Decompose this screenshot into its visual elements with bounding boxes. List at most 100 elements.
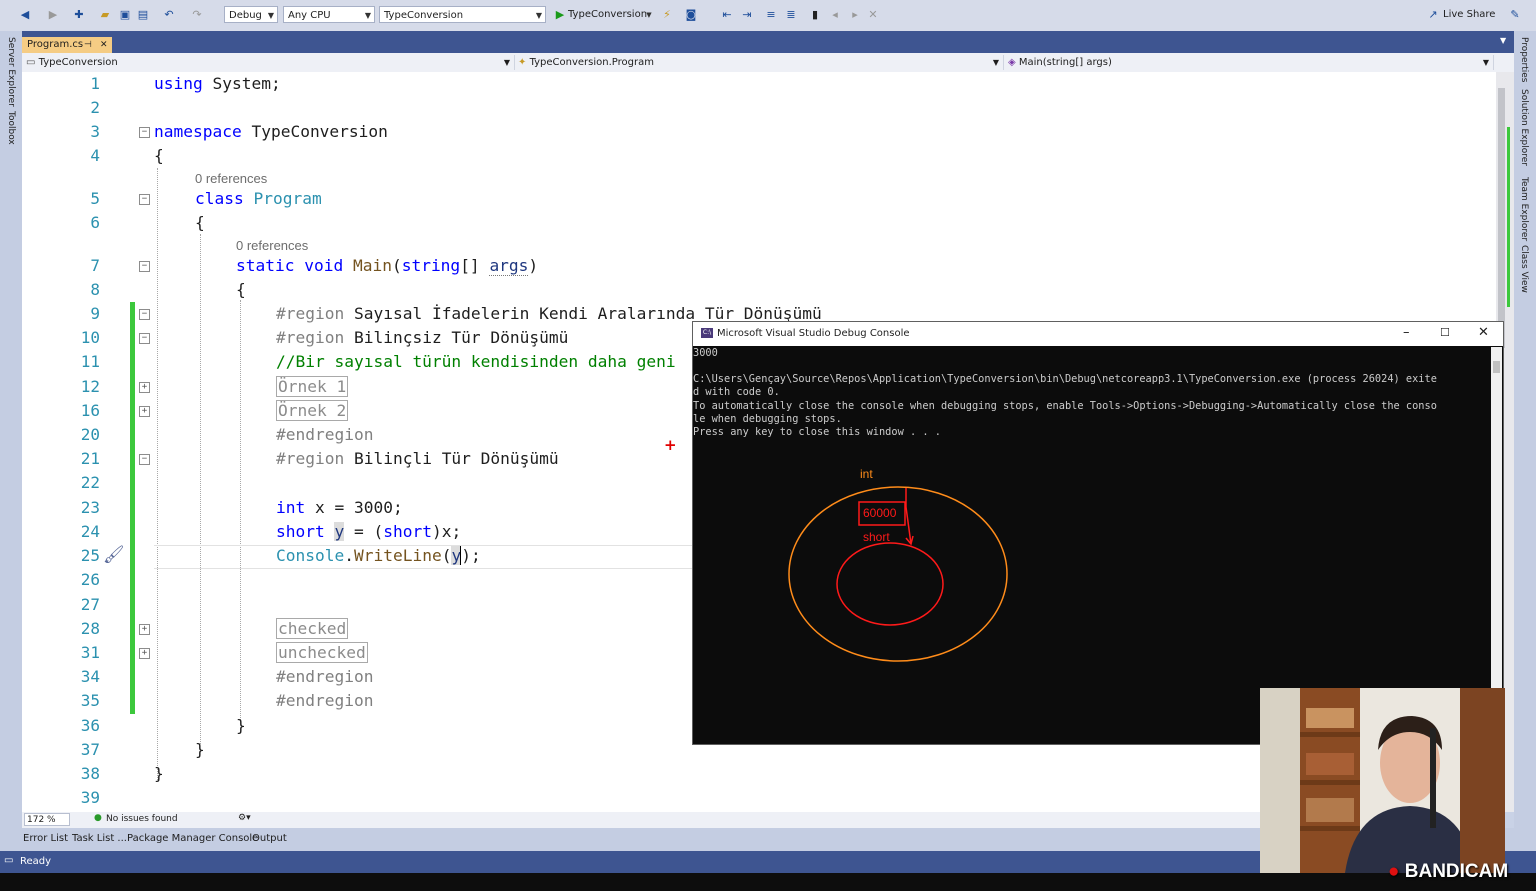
- run-button[interactable]: TypeConversion: [568, 8, 647, 22]
- line-number: 9: [90, 304, 100, 323]
- save-icon[interactable]: ▣: [118, 8, 132, 22]
- fold-toggle[interactable]: −: [139, 454, 150, 465]
- fold-toggle[interactable]: −: [139, 127, 150, 138]
- run-icon[interactable]: ▶: [553, 8, 567, 22]
- prev-bookmark-icon[interactable]: ◂: [828, 8, 842, 22]
- fold-toggle[interactable]: +: [139, 406, 150, 417]
- quick-actions-brush-icon[interactable]: 🖌: [103, 545, 125, 565]
- code-line-10: #region Bilinçsiz Tür Dönüşümü: [276, 328, 569, 347]
- fold-toggle[interactable]: +: [139, 624, 150, 635]
- back-icon[interactable]: ◀: [18, 8, 32, 22]
- toolbox-tab[interactable]: Toolbox: [6, 111, 16, 145]
- tab-error-list[interactable]: Error List: [23, 833, 68, 844]
- tab-package-manager-console[interactable]: Package Manager Console: [127, 833, 258, 844]
- bookmark-icon[interactable]: ▮: [808, 8, 822, 22]
- live-share-icon[interactable]: ↗: [1426, 8, 1440, 22]
- type-dropdown[interactable]: ✦ TypeConversion.Program ▼: [518, 55, 1004, 70]
- indent-guide: [200, 234, 201, 744]
- line-number: 25: [80, 546, 100, 565]
- shelf-books: [1306, 753, 1354, 775]
- close-icon[interactable]: ✕: [100, 37, 108, 53]
- team-explorer-tab[interactable]: Team Explorer: [1519, 177, 1529, 241]
- outdent-icon[interactable]: ⇥: [740, 8, 754, 22]
- debug-console-window[interactable]: C:\ Microsoft Visual Studio Debug Consol…: [692, 321, 1504, 745]
- code-line-31[interactable]: unchecked: [276, 642, 368, 663]
- fold-toggle[interactable]: −: [139, 261, 150, 272]
- code-line-34: #endregion: [276, 667, 374, 686]
- open-folder-icon[interactable]: ▰: [98, 8, 112, 22]
- door-frame: [1260, 688, 1300, 873]
- collapsed-region[interactable]: checked: [276, 618, 349, 639]
- collapsed-region[interactable]: unchecked: [276, 642, 368, 663]
- zoom-select[interactable]: 172 %: [24, 813, 70, 826]
- run-dropdown-icon[interactable]: ▼: [642, 8, 656, 22]
- code-line-25: Console.WriteLine(y);: [276, 546, 481, 565]
- short-range-ellipse: [836, 542, 944, 626]
- code-line-3: namespace TypeConversion: [154, 122, 388, 141]
- indent-icon[interactable]: ⇤: [720, 8, 734, 22]
- line-number: 38: [80, 764, 100, 783]
- shelf-board: [1300, 780, 1360, 785]
- uncomment-icon[interactable]: ≣: [784, 8, 798, 22]
- hot-reload-icon[interactable]: ⚡: [660, 8, 674, 22]
- tab-label: Program.cs: [27, 39, 84, 50]
- next-bookmark-icon[interactable]: ▸: [848, 8, 862, 22]
- right-shelf: [1460, 688, 1505, 873]
- code-line-8: {: [236, 280, 246, 299]
- pin-icon[interactable]: ⊣: [84, 37, 92, 53]
- scrollbar-thumb[interactable]: [1498, 88, 1505, 348]
- code-line-16[interactable]: Örnek 2: [276, 400, 349, 421]
- fold-toggle[interactable]: −: [139, 333, 150, 344]
- issues-indicator[interactable]: No issues found: [106, 814, 178, 824]
- forward-icon[interactable]: ▶: [46, 8, 60, 22]
- startup-project-select[interactable]: TypeConversion ▼: [379, 6, 546, 23]
- console-scrollbar-thumb[interactable]: [1493, 361, 1500, 373]
- redo-icon[interactable]: ↷: [190, 8, 204, 22]
- undo-icon[interactable]: ↶: [162, 8, 176, 22]
- brush-settings-icon[interactable]: ⚙▾: [238, 813, 251, 823]
- line-number: 35: [80, 691, 100, 710]
- tab-overflow-icon[interactable]: ▼: [1500, 36, 1506, 45]
- fold-toggle[interactable]: −: [139, 194, 150, 205]
- webcam-frame: [1260, 688, 1505, 873]
- collapsed-region[interactable]: Örnek 2: [276, 400, 349, 421]
- member-dropdown[interactable]: ◈ Main(string[] args) ▼: [1008, 55, 1494, 70]
- code-line-12[interactable]: Örnek 1: [276, 376, 349, 397]
- codelens-references[interactable]: 0 references: [236, 238, 308, 254]
- screenshot-icon[interactable]: ◙: [684, 8, 698, 22]
- properties-tab[interactable]: Properties: [1519, 37, 1529, 82]
- line-number: 34: [80, 667, 100, 686]
- feedback-icon[interactable]: ✎: [1508, 8, 1522, 22]
- codelens-references[interactable]: 0 references: [195, 171, 267, 187]
- fold-toggle[interactable]: −: [139, 309, 150, 320]
- code-line-11: //Bir sayısal türün kendisinden daha gen…: [276, 352, 676, 371]
- code-line-28[interactable]: checked: [276, 618, 349, 639]
- tab-task-list[interactable]: Task List ...: [72, 833, 127, 844]
- line-number: 4: [90, 146, 100, 165]
- platform-select[interactable]: Any CPU ▼: [283, 6, 375, 23]
- solution-explorer-tab[interactable]: Solution Explorer: [1519, 89, 1529, 166]
- collapsed-region[interactable]: Örnek 1: [276, 376, 349, 397]
- line-number: 22: [80, 473, 100, 492]
- document-tab-row: [22, 31, 1514, 53]
- tab-output[interactable]: Output: [252, 833, 287, 844]
- pen-cursor-marker: +: [664, 436, 677, 454]
- fold-toggle[interactable]: +: [139, 382, 150, 393]
- class-view-tab[interactable]: Class View: [1519, 245, 1529, 293]
- code-line-5: class Program: [195, 189, 322, 208]
- comment-icon[interactable]: ≡: [764, 8, 778, 22]
- shelf-board: [1300, 732, 1360, 737]
- console-scrollbar[interactable]: [1491, 347, 1502, 744]
- line-number: 7: [90, 256, 100, 275]
- live-share-button[interactable]: Live Share: [1443, 8, 1495, 22]
- server-explorer-tab[interactable]: Server Explorer: [6, 37, 16, 107]
- new-project-icon[interactable]: ✚: [72, 8, 86, 22]
- fold-toggle[interactable]: +: [139, 648, 150, 659]
- project-dropdown[interactable]: ▭ TypeConversion ▼: [26, 55, 515, 70]
- clear-bookmarks-icon[interactable]: ✕: [866, 8, 880, 22]
- save-all-icon[interactable]: ▤: [136, 8, 150, 22]
- webcam-video: [1260, 688, 1505, 873]
- left-tool-strip: Server Explorer Toolbox: [0, 31, 22, 851]
- config-select[interactable]: Debug ▼: [224, 6, 278, 23]
- tab-program-cs[interactable]: Program.cs ⊣ ✕: [22, 37, 112, 53]
